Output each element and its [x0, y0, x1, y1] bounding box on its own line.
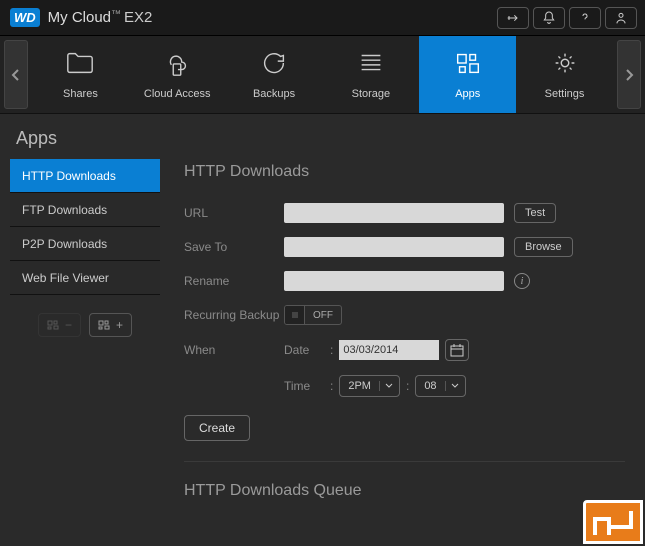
calendar-button[interactable] [445, 339, 469, 361]
sidebar-item-ftp-downloads[interactable]: FTP Downloads [10, 193, 160, 227]
bell-icon[interactable] [533, 7, 565, 29]
header-actions [493, 7, 637, 29]
time-min-value: 08 [416, 380, 444, 392]
cloud-device-icon [162, 49, 192, 82]
site-watermark [583, 500, 643, 544]
nav-prev-button[interactable] [4, 40, 28, 109]
product-name: My Cloud™EX2 [48, 9, 153, 26]
chevron-down-icon [379, 381, 399, 391]
sidebar-item-web-file-viewer[interactable]: Web File Viewer [10, 261, 160, 295]
sidebar-item-http-downloads[interactable]: HTTP Downloads [10, 159, 160, 193]
label-save-to: Save To [184, 240, 284, 254]
label-date: Date [284, 343, 324, 357]
minus-icon: − [65, 318, 72, 332]
sidebar-item-p2p-downloads[interactable]: P2P Downloads [10, 227, 160, 261]
colon: : [330, 379, 333, 393]
label-time: Time [284, 379, 324, 393]
time-min-select[interactable]: 08 [415, 375, 465, 397]
add-app-button[interactable]: + [89, 313, 132, 337]
divider [184, 461, 625, 462]
nav-shares[interactable]: Shares [32, 36, 129, 113]
label-rename: Rename [184, 274, 284, 288]
nav-label: Shares [63, 88, 98, 100]
save-to-input[interactable] [284, 237, 504, 257]
colon: : [406, 379, 409, 393]
nav-settings[interactable]: Settings [516, 36, 613, 113]
label-url: URL [184, 206, 284, 220]
row-save-to: Save To Browse [184, 237, 625, 257]
backup-icon [259, 49, 289, 82]
row-url: URL Test [184, 203, 625, 223]
trademark: ™ [111, 9, 121, 20]
header-bar: WD My Cloud™EX2 [0, 0, 645, 36]
browse-button[interactable]: Browse [514, 237, 573, 257]
wd-logo: WD [10, 8, 40, 27]
nav-label: Cloud Access [144, 88, 211, 100]
product-text: My Cloud [48, 9, 111, 26]
plus-icon: + [116, 318, 123, 332]
nav-label: Settings [545, 88, 585, 100]
sidebar-item-label: Web File Viewer [22, 271, 109, 285]
chevron-down-icon [445, 381, 465, 391]
info-icon[interactable]: i [514, 273, 530, 289]
nav-label: Apps [455, 88, 480, 100]
nav-items: Shares Cloud Access Backups Storage Apps… [32, 36, 613, 113]
nav-label: Backups [253, 88, 295, 100]
colon: : [330, 343, 333, 357]
row-when-date: When Date : [184, 339, 625, 361]
folder-icon [65, 49, 95, 82]
top-nav: Shares Cloud Access Backups Storage Apps… [0, 36, 645, 114]
body: HTTP Downloads FTP Downloads P2P Downloa… [0, 159, 645, 522]
test-button[interactable]: Test [514, 203, 556, 223]
row-recurring: Recurring Backup OFF [184, 305, 625, 325]
toggle-state: OFF [305, 306, 341, 324]
apps-icon [453, 49, 483, 82]
row-when-time: Time : 2PM : 08 [184, 375, 625, 397]
url-input[interactable] [284, 203, 504, 223]
toggle-handle-icon [285, 306, 305, 324]
sidebar-item-label: P2P Downloads [22, 237, 107, 251]
remove-app-button: − [38, 313, 81, 337]
time-hour-select[interactable]: 2PM [339, 375, 400, 397]
row-rename: Rename i [184, 271, 625, 291]
nav-apps[interactable]: Apps [419, 36, 516, 113]
queue-title: HTTP Downloads Queue [184, 482, 625, 500]
nav-next-button[interactable] [617, 40, 641, 109]
help-icon[interactable] [569, 7, 601, 29]
recurring-toggle[interactable]: OFF [284, 305, 342, 325]
storage-icon [356, 49, 386, 82]
gear-icon [550, 49, 580, 82]
product-model: EX2 [124, 9, 152, 26]
main-panel: HTTP Downloads URL Test Save To Browse R… [160, 159, 635, 522]
sidebar-item-label: HTTP Downloads [22, 169, 116, 183]
rename-input[interactable] [284, 271, 504, 291]
nav-label: Storage [352, 88, 391, 100]
page-title: Apps [0, 114, 645, 159]
sidebar-item-label: FTP Downloads [22, 203, 107, 217]
panel-title: HTTP Downloads [184, 163, 625, 181]
nav-backups[interactable]: Backups [226, 36, 323, 113]
time-hour-value: 2PM [340, 380, 379, 392]
nav-storage[interactable]: Storage [322, 36, 419, 113]
nav-cloud-access[interactable]: Cloud Access [129, 36, 226, 113]
sidebar-actions: − + [10, 313, 160, 337]
label-when: When [184, 343, 284, 357]
user-icon[interactable] [605, 7, 637, 29]
usb-icon[interactable] [497, 7, 529, 29]
label-recurring: Recurring Backup [184, 308, 284, 322]
create-button[interactable]: Create [184, 415, 250, 441]
date-input[interactable] [339, 340, 439, 360]
apps-sidebar: HTTP Downloads FTP Downloads P2P Downloa… [10, 159, 160, 522]
